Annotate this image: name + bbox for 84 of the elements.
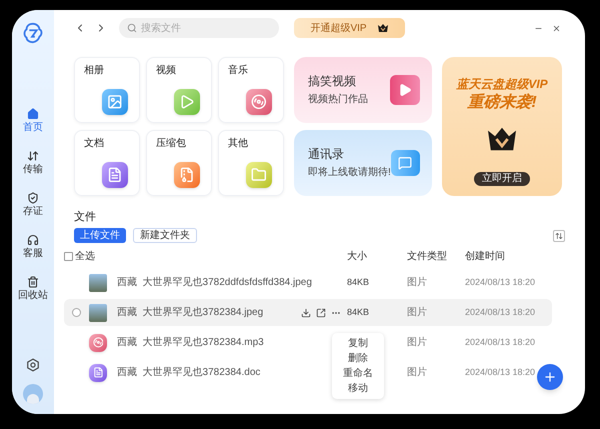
crown-icon (485, 125, 519, 153)
service-icon (27, 234, 39, 246)
column-header: 创建时间 (465, 250, 506, 264)
document-icon (102, 162, 128, 188)
file-row-highlighted[interactable]: 西藏 大世界罕见也3782384.jpeg 84KB 图片 2024/08/13 18:20 (64, 299, 552, 326)
sidebar-item[interactable]: 回收站 (18, 276, 48, 302)
date-cell-text: 2024/08/13 18:20 (465, 366, 536, 379)
cloud-logo-icon (22, 22, 44, 44)
vip-subheadline: 重磅来袭! (467, 93, 537, 113)
file-name: 西藏 大世界罕见也3782384.mp3 (117, 336, 264, 350)
promo-title: 通讯录 (308, 147, 345, 161)
home-icon (27, 108, 39, 120)
vip-button[interactable]: 开通超级VIP (294, 18, 405, 38)
menu-item[interactable]: 复制 (348, 336, 368, 351)
share-icon[interactable] (316, 308, 326, 318)
size-cell-text: 84KB (347, 276, 370, 289)
sidebar-item[interactable]: 传输 (23, 150, 43, 176)
folder-icon (246, 162, 272, 188)
vip-headline: 蓝天云盘超级VIP (456, 77, 548, 91)
category-label: 其他 (228, 138, 249, 150)
download-icon[interactable] (301, 308, 311, 318)
menu-item[interactable]: 删除 (348, 351, 368, 366)
category-card[interactable]: 其他 (218, 130, 284, 196)
category-label: 视频 (156, 65, 177, 77)
search-bar[interactable]: 搜索文件 (119, 18, 279, 38)
search-icon (127, 23, 137, 33)
category-label: 相册 (84, 65, 105, 77)
select-all-checkbox[interactable] (64, 252, 73, 260)
file-name: 西藏 大世界罕见也3782ddfdsfdsffd384.jpeg (117, 276, 312, 290)
menu-item[interactable]: 移动 (348, 381, 368, 396)
size-cell-text: 84KB (347, 306, 370, 319)
vip-banner[interactable]: 蓝天云盘超级VIP 重磅来袭! 立即开启 (442, 57, 562, 196)
date-cell-text: 2024/08/13 18:20 (465, 306, 536, 319)
promo-subtitle: 即将上线敬请期待! (308, 167, 391, 179)
image-icon (102, 89, 128, 115)
photo-placeholder (89, 274, 107, 292)
select-all-label: 全选 (75, 250, 95, 264)
crown-icon (376, 23, 389, 33)
column-header: 文件类型 (407, 250, 448, 264)
file-name: 西藏 大世界罕见也3782384.jpeg (117, 306, 264, 320)
type-cell-text: 图片 (407, 336, 428, 350)
promo-card[interactable]: 搞笑视频 视频热门作品 (294, 57, 432, 123)
section-title: 文件 (74, 210, 97, 224)
category-card[interactable]: 相册 (74, 57, 140, 123)
radio-button[interactable] (72, 308, 81, 317)
document-icon (89, 364, 107, 382)
transfer-icon (27, 150, 39, 162)
open-now-button[interactable]: 立即开启 (474, 172, 530, 186)
plus-icon (543, 370, 557, 384)
type-cell-text: 图片 (407, 276, 428, 290)
play-icon (390, 75, 420, 105)
upload-button[interactable]: 上传文件 (74, 228, 126, 243)
sort-button[interactable] (553, 230, 565, 242)
date-cell-text: 2024/08/13 18:20 (465, 336, 536, 349)
menu-item[interactable]: 重命名 (343, 366, 373, 381)
category-card[interactable]: 压缩包 (146, 130, 212, 196)
archive-icon (174, 162, 200, 188)
close-icon[interactable] (552, 24, 561, 32)
certificate-icon (27, 192, 39, 204)
sidebar-item[interactable]: 客服 (23, 234, 43, 260)
photo-placeholder (89, 304, 107, 322)
type-cell-text: 图片 (407, 306, 428, 320)
chat-icon (390, 150, 420, 176)
settings-icon[interactable] (26, 358, 40, 372)
category-label: 压缩包 (156, 138, 187, 150)
type-cell-text: 图片 (407, 366, 428, 380)
search-input[interactable]: 搜索文件 (141, 20, 261, 36)
promo-title: 搞笑视频 (308, 74, 357, 88)
category-card[interactable]: 文档 (74, 130, 140, 196)
sidebar-item[interactable]: 首页 (23, 108, 43, 134)
date-cell-text: 2024/08/13 18:20 (465, 276, 536, 289)
trash-icon (27, 276, 39, 288)
play-icon (174, 89, 200, 115)
sidebar-item[interactable]: 存证 (23, 192, 43, 218)
add-button[interactable] (537, 364, 563, 390)
new-folder-button[interactable]: 新建文件夹 (133, 228, 197, 243)
promo-subtitle: 视频热门作品 (308, 94, 369, 106)
category-card[interactable]: 音乐 (218, 57, 284, 123)
promo-card[interactable]: 通讯录 即将上线敬请期待! (294, 130, 432, 196)
category-card[interactable]: 视频 (146, 57, 212, 123)
category-label: 文档 (84, 138, 105, 150)
category-label: 音乐 (228, 65, 249, 77)
column-header: 大小 (347, 250, 368, 264)
file-name: 西藏 大世界罕见也3782384.doc (117, 366, 260, 380)
